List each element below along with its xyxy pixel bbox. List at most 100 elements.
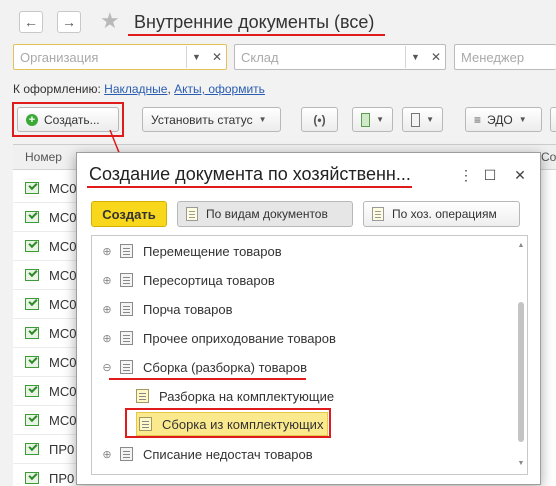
document-icon <box>120 331 133 345</box>
table-row[interactable]: ПР0 <box>13 435 83 464</box>
column-number-header[interactable]: Номер <box>25 150 62 164</box>
signal-icon: (•) <box>313 112 326 127</box>
print-button[interactable]: ▼ <box>402 107 443 132</box>
chevron-down-icon[interactable]: ▼ <box>405 46 425 68</box>
scroll-down-icon[interactable]: ▼ <box>517 460 525 467</box>
manager-placeholder: Менеджер <box>461 50 525 65</box>
clear-icon[interactable]: ✕ <box>208 46 226 68</box>
close-icon[interactable]: ✕ <box>511 166 529 184</box>
acts-link[interactable]: Акты, оформить <box>174 82 265 96</box>
draft-bar: К оформлению: Накладные, Акты, оформить <box>13 82 265 96</box>
posted-document-icon <box>25 472 39 484</box>
expand-icon[interactable]: ⊕ <box>102 303 112 316</box>
row-number: МС0 <box>49 181 77 196</box>
by-operations-toggle[interactable]: По хоз. операциям <box>363 201 520 227</box>
tree-item-label: Прочее оприходование товаров <box>143 330 336 346</box>
tree-item-label: Сборка (разборка) товаров <box>143 359 308 375</box>
print-icon <box>411 112 421 127</box>
organization-field[interactable]: Организация ▼ ✕ <box>13 44 227 70</box>
warehouse-placeholder: Склад <box>241 50 279 65</box>
table-row[interactable]: МС0 <box>13 348 83 377</box>
table-row[interactable]: МС0 <box>13 232 83 261</box>
row-number: МС0 <box>49 355 77 370</box>
annotation-box-create <box>12 102 124 137</box>
draft-label: К оформлению: <box>13 82 101 96</box>
back-button[interactable]: ← <box>19 11 43 33</box>
row-number: МС0 <box>49 326 77 341</box>
tree-item[interactable]: ⊕ Перемещение товаров <box>102 239 282 263</box>
edo-button[interactable]: ≡ ЭДО ▼ <box>465 107 542 132</box>
invoices-link[interactable]: Накладные <box>104 82 167 96</box>
table-row[interactable]: МС0 <box>13 203 83 232</box>
tree-item[interactable]: Разборка на комплектующие <box>136 384 334 408</box>
tree-scrollbar[interactable]: ▲ ▼ <box>517 242 525 470</box>
set-status-label: Установить статус <box>151 112 253 127</box>
edi-exchange-button[interactable]: (•) <box>301 107 338 132</box>
clear-icon[interactable]: ✕ <box>427 46 445 68</box>
tree-item[interactable]: ⊕ Прочее оприходование товаров <box>102 326 336 350</box>
manager-field[interactable]: Менеджер <box>454 44 556 70</box>
expand-icon[interactable]: ⊕ <box>102 332 112 345</box>
warehouse-field[interactable]: Склад ▼ ✕ <box>234 44 446 70</box>
favorite-star-icon[interactable]: ★ <box>100 8 120 34</box>
tree-item-label: Перемещение товаров <box>143 243 282 259</box>
document-icon <box>186 207 198 221</box>
by-operations-label: По хоз. операциям <box>392 207 497 221</box>
documents-green-icon <box>361 112 371 127</box>
column-status-header[interactable]: Сост <box>541 150 556 164</box>
scroll-up-icon[interactable]: ▲ <box>517 242 525 249</box>
annotation-underline-title <box>128 34 385 36</box>
table-row[interactable]: МС0 <box>13 261 83 290</box>
by-doc-types-label: По видам документов <box>206 207 328 221</box>
chevron-down-icon: ▼ <box>518 115 527 124</box>
document-icon <box>120 302 133 316</box>
tree-item-label: Порча товаров <box>143 301 233 317</box>
tree-item[interactable]: ⊕ Пересортица товаров <box>102 268 275 292</box>
row-number: МС0 <box>49 210 77 225</box>
document-icon <box>136 389 149 403</box>
chevron-down-icon: ▼ <box>426 115 434 124</box>
table-row[interactable]: МС0 <box>13 290 83 319</box>
posted-document-icon <box>25 327 39 339</box>
row-number: МС0 <box>49 297 77 312</box>
chevron-down-icon: ▼ <box>258 115 267 124</box>
annotation-underline-dialog-title <box>87 186 412 188</box>
posted-document-icon <box>25 414 39 426</box>
expand-icon[interactable]: ⊕ <box>102 245 112 258</box>
set-status-button[interactable]: Установить статус ▼ <box>142 107 281 132</box>
expand-icon[interactable]: ⊕ <box>102 448 112 461</box>
table-row[interactable]: ПР0 <box>13 464 83 486</box>
row-number: ПР0 <box>49 442 75 457</box>
by-doc-types-toggle[interactable]: По видам документов <box>177 201 353 227</box>
posted-document-icon <box>25 211 39 223</box>
maximize-icon[interactable]: ☐ <box>481 166 499 184</box>
collapse-icon[interactable]: ⊖ <box>102 361 112 374</box>
row-number: ПР0 <box>49 471 75 486</box>
tree-item-label: Пересортица товаров <box>143 272 275 288</box>
expand-icon[interactable]: ⊕ <box>102 274 112 287</box>
table-row[interactable]: МС0 <box>13 319 83 348</box>
forward-arrow-icon: → <box>62 14 76 30</box>
document-icon <box>120 360 133 374</box>
scrollbar-thumb[interactable] <box>518 302 524 442</box>
dialog-create-button[interactable]: Создать <box>91 201 167 227</box>
dialog-create-label: Создать <box>102 206 156 222</box>
document-icon <box>372 207 384 221</box>
chevron-down-icon[interactable]: ▼ <box>186 46 206 68</box>
tree-item[interactable]: ⊕ Списание недостач товаров <box>102 442 312 466</box>
create-based-on-button[interactable]: ▼ <box>352 107 393 132</box>
table-row[interactable]: МС0 <box>13 377 83 406</box>
forward-button[interactable]: → <box>57 11 81 33</box>
table-row[interactable]: МС0 <box>13 406 83 435</box>
edo-label: ЭДО <box>487 112 513 127</box>
more-button[interactable] <box>550 107 556 132</box>
tree-item[interactable]: ⊖ Сборка (разборка) товаров <box>102 355 307 379</box>
tree-item[interactable]: ⊕ Порча товаров <box>102 297 233 321</box>
table-row[interactable]: МС0 <box>13 174 83 203</box>
chevron-down-icon: ▼ <box>376 115 384 124</box>
row-number: МС0 <box>49 239 77 254</box>
more-icon[interactable]: ⋮ <box>457 166 475 184</box>
posted-document-icon <box>25 240 39 252</box>
posted-document-icon <box>25 182 39 194</box>
document-type-tree: ⊕ Перемещение товаров ⊕ Пересортица товаров… <box>91 235 528 475</box>
